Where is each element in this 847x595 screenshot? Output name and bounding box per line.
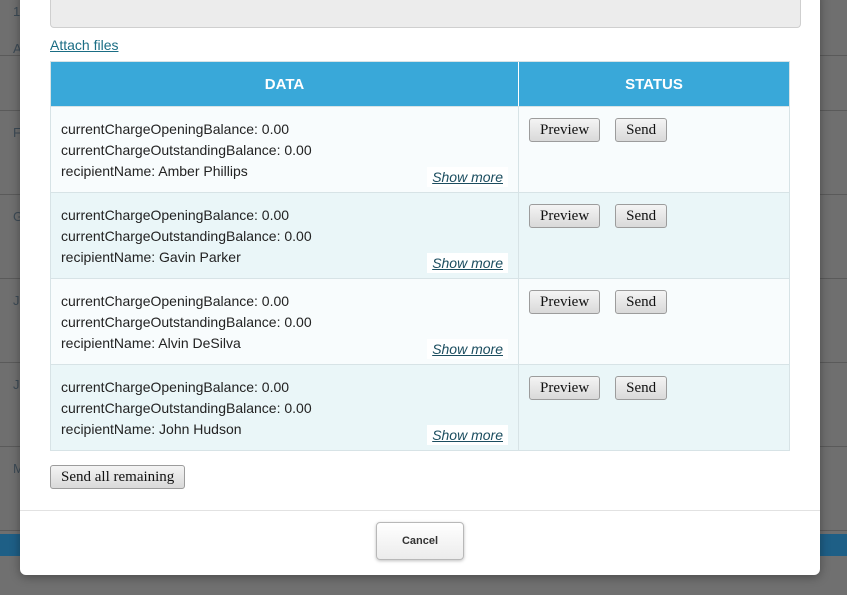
opening-balance-text: currentChargeOpeningBalance: 0.00	[61, 293, 290, 309]
outstanding-balance-text: currentChargeOutstandingBalance: 0.00	[61, 400, 312, 416]
send-button[interactable]: Send	[615, 290, 668, 314]
status-cell: Preview Send	[519, 365, 789, 450]
show-more-link[interactable]: Show more	[427, 339, 508, 359]
table-row: currentChargeOpeningBalance: 0.00 curren…	[51, 192, 789, 278]
background-row-initial: J	[13, 377, 20, 392]
data-column-header: DATA	[51, 62, 519, 106]
table-row: currentChargeOpeningBalance: 0.00 curren…	[51, 364, 789, 450]
send-button[interactable]: Send	[615, 118, 668, 142]
table-row: currentChargeOpeningBalance: 0.00 curren…	[51, 106, 789, 192]
recipients-table: DATA STATUS currentChargeOpeningBalance:…	[50, 61, 790, 451]
opening-balance-text: currentChargeOpeningBalance: 0.00	[61, 379, 290, 395]
outstanding-balance-text: currentChargeOutstandingBalance: 0.00	[61, 314, 312, 330]
send-all-remaining-button[interactable]: Send all remaining	[50, 465, 186, 489]
preview-button[interactable]: Preview	[529, 376, 601, 400]
preview-button[interactable]: Preview	[529, 204, 601, 228]
cancel-button[interactable]: Cancel	[376, 522, 464, 560]
message-textarea[interactable]	[50, 0, 801, 28]
table-row: currentChargeOpeningBalance: 0.00 curren…	[51, 278, 789, 364]
data-cell: currentChargeOpeningBalance: 0.00 curren…	[51, 193, 519, 278]
status-cell: Preview Send	[519, 279, 789, 364]
table-header: DATA STATUS	[51, 62, 789, 106]
show-more-link[interactable]: Show more	[427, 167, 508, 187]
preview-button[interactable]: Preview	[529, 290, 601, 314]
data-cell: currentChargeOpeningBalance: 0.00 curren…	[51, 107, 519, 192]
opening-balance-text: currentChargeOpeningBalance: 0.00	[61, 207, 290, 223]
opening-balance-text: currentChargeOpeningBalance: 0.00	[61, 121, 290, 137]
outstanding-balance-text: currentChargeOutstandingBalance: 0.00	[61, 142, 312, 158]
background-row-initial: J	[13, 293, 20, 308]
attach-files-link[interactable]: Attach files	[50, 37, 118, 53]
send-dialog: Attach files DATA STATUS currentChargeOp…	[20, 0, 820, 575]
status-cell: Preview Send	[519, 193, 789, 278]
send-button[interactable]: Send	[615, 376, 668, 400]
dialog-footer-divider	[20, 510, 820, 511]
send-button[interactable]: Send	[615, 204, 668, 228]
show-more-link[interactable]: Show more	[427, 425, 508, 445]
preview-button[interactable]: Preview	[529, 118, 601, 142]
status-cell: Preview Send	[519, 107, 789, 192]
data-cell: currentChargeOpeningBalance: 0.00 curren…	[51, 365, 519, 450]
outstanding-balance-text: currentChargeOutstandingBalance: 0.00	[61, 228, 312, 244]
status-column-header: STATUS	[625, 75, 683, 93]
data-cell: currentChargeOpeningBalance: 0.00 curren…	[51, 279, 519, 364]
show-more-link[interactable]: Show more	[427, 253, 508, 273]
